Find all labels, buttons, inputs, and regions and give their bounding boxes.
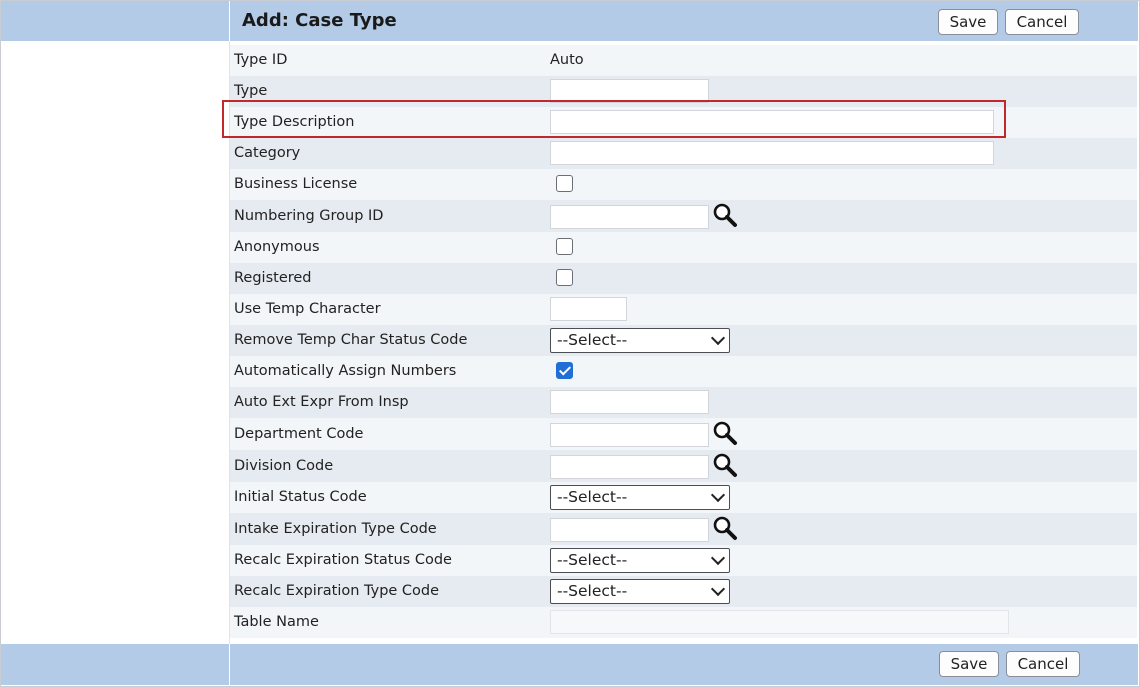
registered-label: Registered xyxy=(234,270,312,286)
chevron-down-icon xyxy=(710,487,726,503)
initial-status-code-select[interactable]: --Select-- xyxy=(550,485,730,510)
footer-cancel-button[interactable]: Cancel xyxy=(1006,651,1080,677)
recalc-expiration-status-code-select[interactable]: --Select-- xyxy=(550,548,730,573)
remove-temp-char-status-code-select[interactable]: --Select-- xyxy=(550,328,730,353)
footer-save-button[interactable]: Save xyxy=(939,651,999,677)
chevron-down-icon xyxy=(710,581,726,597)
form-row-numbering-group-id: Numbering Group ID xyxy=(230,200,1137,232)
cancel-button[interactable]: Cancel xyxy=(1005,9,1079,35)
form-row-type: Type xyxy=(230,76,1137,107)
type-description-label: Type Description xyxy=(234,114,355,130)
recalc-expiration-status-code-selected: --Select-- xyxy=(557,551,628,569)
anonymous-checkbox[interactable] xyxy=(556,238,573,255)
use-temp-character-label: Use Temp Character xyxy=(234,301,381,317)
use-temp-character-input[interactable] xyxy=(550,297,627,321)
form-row-type-description: Type Description xyxy=(230,107,1137,138)
page-title: Add: Case Type xyxy=(242,10,397,31)
category-input[interactable] xyxy=(550,141,994,165)
type-input[interactable] xyxy=(550,79,709,103)
form-row-category: Category xyxy=(230,138,1137,169)
recalc-expiration-type-code-select[interactable]: --Select-- xyxy=(550,579,730,604)
department-code-lookup-icon[interactable] xyxy=(712,420,738,446)
recalc-expiration-type-code-selected: --Select-- xyxy=(557,582,628,600)
auto-ext-expr-from-insp-label: Auto Ext Expr From Insp xyxy=(234,394,409,410)
automatically-assign-numbers-label: Automatically Assign Numbers xyxy=(234,363,457,379)
chevron-down-icon xyxy=(710,330,726,346)
left-panel xyxy=(1,41,230,644)
form-row-anonymous: Anonymous xyxy=(230,232,1137,263)
form-row-use-temp-character: Use Temp Character xyxy=(230,294,1137,325)
chevron-down-icon xyxy=(710,550,726,566)
remove-temp-char-status-code-label: Remove Temp Char Status Code xyxy=(234,332,468,348)
footer-bar: Save Cancel xyxy=(1,644,1138,685)
form-row-type-id: Type ID Auto xyxy=(230,45,1137,76)
type-label: Type xyxy=(234,83,268,99)
department-code-label: Department Code xyxy=(234,426,364,442)
footer-divider xyxy=(229,644,230,685)
business-license-label: Business License xyxy=(234,176,358,192)
intake-expiration-type-lookup-icon[interactable] xyxy=(712,515,738,541)
form-row-division-code: Division Code xyxy=(230,450,1137,482)
form-row-auto-ext-expr-from-insp: Auto Ext Expr From Insp xyxy=(230,387,1137,418)
intake-expiration-type-code-input[interactable] xyxy=(550,518,709,542)
form-row-business-license: Business License xyxy=(230,169,1137,200)
remove-temp-char-status-code-selected: --Select-- xyxy=(557,331,628,349)
form-row-recalc-expiration-status-code: Recalc Expiration Status Code --Select-- xyxy=(230,545,1137,576)
division-code-lookup-icon[interactable] xyxy=(712,452,738,478)
auto-ext-expr-from-insp-input[interactable] xyxy=(550,390,709,414)
form-row-automatically-assign-numbers: Automatically Assign Numbers xyxy=(230,356,1137,387)
form-row-table-name: Table Name xyxy=(230,607,1137,638)
table-name-label: Table Name xyxy=(234,614,319,630)
numbering-group-lookup-icon[interactable] xyxy=(712,202,738,228)
business-license-checkbox[interactable] xyxy=(556,175,573,192)
form-row-recalc-expiration-type-code: Recalc Expiration Type Code --Select-- xyxy=(230,576,1137,607)
numbering-group-id-input[interactable] xyxy=(550,205,709,229)
division-code-label: Division Code xyxy=(234,458,334,474)
form-row-initial-status-code: Initial Status Code --Select-- xyxy=(230,482,1137,513)
save-button[interactable]: Save xyxy=(938,9,998,35)
registered-checkbox[interactable] xyxy=(556,269,573,286)
type-id-value: Auto xyxy=(550,52,584,68)
division-code-input[interactable] xyxy=(550,455,709,479)
form-row-department-code: Department Code xyxy=(230,418,1137,450)
table-name-input xyxy=(550,610,1009,634)
numbering-group-id-label: Numbering Group ID xyxy=(234,208,384,224)
anonymous-label: Anonymous xyxy=(234,239,320,255)
department-code-input[interactable] xyxy=(550,423,709,447)
initial-status-code-label: Initial Status Code xyxy=(234,489,367,505)
initial-status-code-selected: --Select-- xyxy=(557,488,628,506)
intake-expiration-type-code-label: Intake Expiration Type Code xyxy=(234,521,437,537)
form-row-remove-temp-char-status-code: Remove Temp Char Status Code --Select-- xyxy=(230,325,1137,356)
form-row-intake-expiration-type-code: Intake Expiration Type Code xyxy=(230,513,1137,545)
automatically-assign-numbers-checkbox[interactable] xyxy=(556,362,573,379)
form-row-registered: Registered xyxy=(230,263,1137,294)
recalc-expiration-status-code-label: Recalc Expiration Status Code xyxy=(234,552,452,568)
case-type-form: Type ID Auto Type Type Description Categ… xyxy=(230,45,1137,638)
type-id-label: Type ID xyxy=(234,52,288,68)
type-description-input[interactable] xyxy=(550,110,994,134)
recalc-expiration-type-code-label: Recalc Expiration Type Code xyxy=(234,583,440,599)
category-label: Category xyxy=(234,145,301,161)
header-divider xyxy=(229,1,230,41)
